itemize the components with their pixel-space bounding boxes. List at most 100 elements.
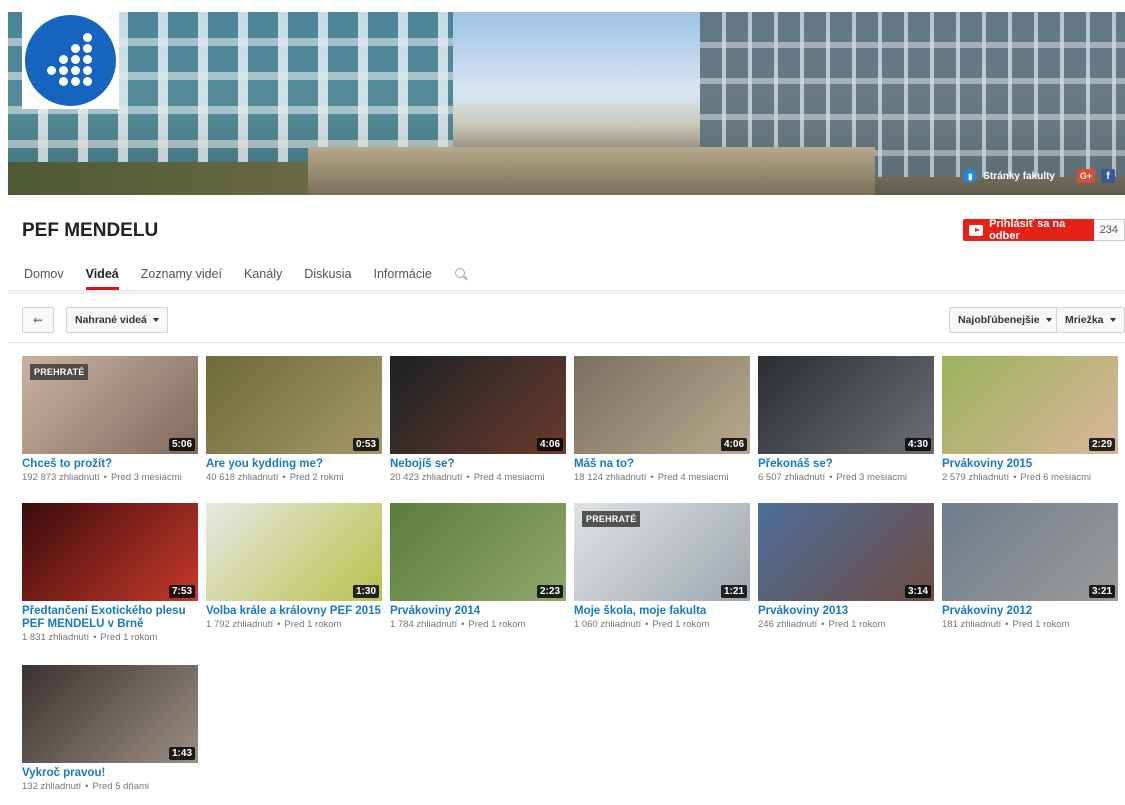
chevron-down-icon <box>1109 318 1116 322</box>
video-age: Pred 3 mesiacmi <box>110 472 182 483</box>
sort-dropdown[interactable]: Najobľúbenejšie <box>949 307 1061 333</box>
video-tile[interactable]: 2:29 Prvákoviny 2015 2 579 zhliadnutí • Pred… <box>942 356 1118 484</box>
video-thumbnail[interactable]: PREHRATÉ 1:21 <box>574 503 750 601</box>
facebook-icon[interactable]: f <box>1101 169 1115 183</box>
video-views: 192 873 zhliadnutí <box>22 472 100 483</box>
uploads-filter-dropdown[interactable]: Nahrané videá <box>66 307 168 333</box>
video-tile[interactable]: 1:43 Vykroč pravou! 132 zhliadnutí • Pred 5 … <box>22 665 198 793</box>
video-thumbnail[interactable]: 2:29 <box>942 356 1118 454</box>
logo-dot <box>59 66 68 75</box>
google-plus-icon[interactable]: G+ <box>1077 169 1095 183</box>
logo-dot <box>83 77 92 86</box>
video-tile[interactable]: 3:14 Prvákoviny 2013 246 zhliadnutí • Pred 1… <box>758 503 934 631</box>
meta-separator: • <box>277 619 281 630</box>
channel-title[interactable]: PEF MENDELU <box>22 220 158 242</box>
video-thumbnail[interactable]: 1:43 <box>22 665 198 763</box>
video-tile[interactable]: 2:23 Prvákoviny 2014 1 784 zhliadnutí • Pred… <box>390 503 566 631</box>
video-views: 6 507 zhliadnutí <box>758 472 826 483</box>
video-title[interactable]: Are you kydding me? <box>206 458 382 471</box>
video-duration: 5:06 <box>168 438 195 451</box>
video-views: 20 423 zhliadnutí <box>390 472 463 483</box>
back-button[interactable]: ⇜ <box>22 307 54 333</box>
video-age: Pred 6 mesiacmi <box>1020 472 1092 483</box>
video-tile[interactable]: 4:06 Máš na to? 18 124 zhliadnutí • Pred 4 m… <box>574 356 750 484</box>
video-age: Pred 4 mesiacmi <box>657 472 729 483</box>
video-thumbnail[interactable]: 4:06 <box>574 356 750 454</box>
video-thumbnail[interactable]: 3:21 <box>942 503 1118 601</box>
tab-zoznamy-videi[interactable]: Zoznamy videí <box>141 262 222 290</box>
video-title[interactable]: Nebojíš se? <box>390 458 566 471</box>
tab-domov[interactable]: Domov <box>24 262 64 290</box>
video-tile[interactable]: 4:30 Překonáš se? 6 507 zhliadnutí • Pred 3 … <box>758 356 934 484</box>
video-tile[interactable]: 7:53 Předtančení Exotického plesu PEF MEN… <box>22 503 198 644</box>
video-title[interactable]: Chceš to prožít? <box>22 458 198 471</box>
meta-separator: • <box>282 472 286 483</box>
tab-kanaly[interactable]: Kanály <box>244 262 282 290</box>
video-views: 18 124 zhliadnutí <box>574 472 647 483</box>
meta-separator: • <box>1013 472 1017 483</box>
video-thumbnail[interactable]: 0:53 <box>206 356 382 454</box>
video-meta: 246 zhliadnutí • Pred 1 rokom <box>758 619 934 631</box>
video-views: 1 792 zhliadnutí <box>206 619 274 630</box>
video-age: Pred 1 rokom <box>652 619 710 630</box>
video-duration: 7:53 <box>168 585 195 598</box>
sort-label: Najobľúbenejšie <box>958 314 1040 326</box>
video-meta: 18 124 zhliadnutí • Pred 4 mesiacmi <box>574 472 750 484</box>
subscribe-label: Prihlásiť sa na odber <box>989 218 1066 242</box>
video-tile[interactable]: 0:53 Are you kydding me? 40 618 zhliadnutí… <box>206 356 382 484</box>
logo-dot <box>59 55 68 64</box>
video-views: 246 zhliadnutí <box>758 619 818 630</box>
video-thumbnail[interactable]: 1:30 <box>206 503 382 601</box>
video-meta: 1 792 zhliadnutí • Pred 1 rokom <box>206 619 382 631</box>
video-title[interactable]: Prvákoviny 2013 <box>758 605 934 618</box>
tab-diskusia[interactable]: Diskusia <box>304 262 351 290</box>
video-title[interactable]: Vykroč pravou! <box>22 767 198 780</box>
subscribe-button[interactable]: Prihlásiť sa na odber <box>963 218 1094 242</box>
video-title[interactable]: Volba krále a královny PEF 2015 <box>206 605 382 618</box>
video-meta: 192 873 zhliadnutí • Pred 3 mesiacmi <box>22 472 198 484</box>
logo-dot <box>71 44 80 53</box>
video-title[interactable]: Máš na to? <box>574 458 750 471</box>
subscribe-control: Prihlásiť sa na odber 234 <box>963 218 1125 242</box>
logo-dot <box>83 44 92 53</box>
video-title[interactable]: Prvákoviny 2012 <box>942 605 1118 618</box>
video-meta: 132 zhliadnutí • Pred 5 dňami <box>22 781 198 793</box>
video-thumbnail[interactable]: PREHRATÉ 5:06 <box>22 356 198 454</box>
meta-separator: • <box>466 472 470 483</box>
video-views: 2 579 zhliadnutí <box>942 472 1010 483</box>
view-dropdown[interactable]: Mriežka <box>1056 307 1125 333</box>
video-duration: 4:06 <box>720 438 747 451</box>
video-duration: 2:29 <box>1088 438 1115 451</box>
video-thumbnail[interactable]: 3:14 <box>758 503 934 601</box>
video-age: Pred 1 rokom <box>828 619 886 630</box>
video-tile[interactable]: PREHRATÉ 5:06 Chceš to prožít? 192 873 zhli… <box>22 356 198 484</box>
subscriber-count: 234 <box>1093 219 1125 241</box>
search-icon[interactable] <box>454 262 468 286</box>
video-tile[interactable]: PREHRATÉ 1:21 Moje škola, moje fakulta 1 06… <box>574 503 750 631</box>
video-title[interactable]: Překonáš se? <box>758 458 934 471</box>
tab-informacie[interactable]: Informácie <box>373 262 431 290</box>
video-tile[interactable]: 3:21 Prvákoviny 2012 181 zhliadnutí • Pred 1… <box>942 503 1118 631</box>
video-title[interactable]: Předtančení Exotického plesu PEF MENDELU… <box>22 605 198 631</box>
video-title[interactable]: Moje škola, moje fakulta <box>574 605 750 618</box>
video-thumbnail[interactable]: 7:53 <box>22 503 198 601</box>
meta-separator: • <box>85 781 89 792</box>
video-duration: 3:14 <box>904 585 931 598</box>
video-thumbnail[interactable]: 4:06 <box>390 356 566 454</box>
video-tile[interactable]: 1:30 Volba krále a královny PEF 2015 1 792… <box>206 503 382 631</box>
meta-separator: • <box>829 472 833 483</box>
video-thumbnail[interactable]: 4:30 <box>758 356 934 454</box>
video-meta: 181 zhliadnutí • Pred 1 rokom <box>942 619 1118 631</box>
video-title[interactable]: Prvákoviny 2014 <box>390 605 566 618</box>
video-tile[interactable]: 4:06 Nebojíš se? 20 423 zhliadnutí • Pred 4 … <box>390 356 566 484</box>
tab-videa[interactable]: Videá <box>85 262 119 290</box>
video-views: 181 zhliadnutí <box>942 619 1002 630</box>
video-duration: 3:21 <box>1088 585 1115 598</box>
video-age: Pred 1 rokom <box>284 619 342 630</box>
channel-logo[interactable] <box>22 12 119 109</box>
meta-separator: • <box>821 619 825 630</box>
video-meta: 1 784 zhliadnutí • Pred 1 rokom <box>390 619 566 631</box>
faculty-site-link[interactable]: Stránky fakulty <box>983 171 1055 182</box>
video-thumbnail[interactable]: 2:23 <box>390 503 566 601</box>
video-title[interactable]: Prvákoviny 2015 <box>942 458 1118 471</box>
